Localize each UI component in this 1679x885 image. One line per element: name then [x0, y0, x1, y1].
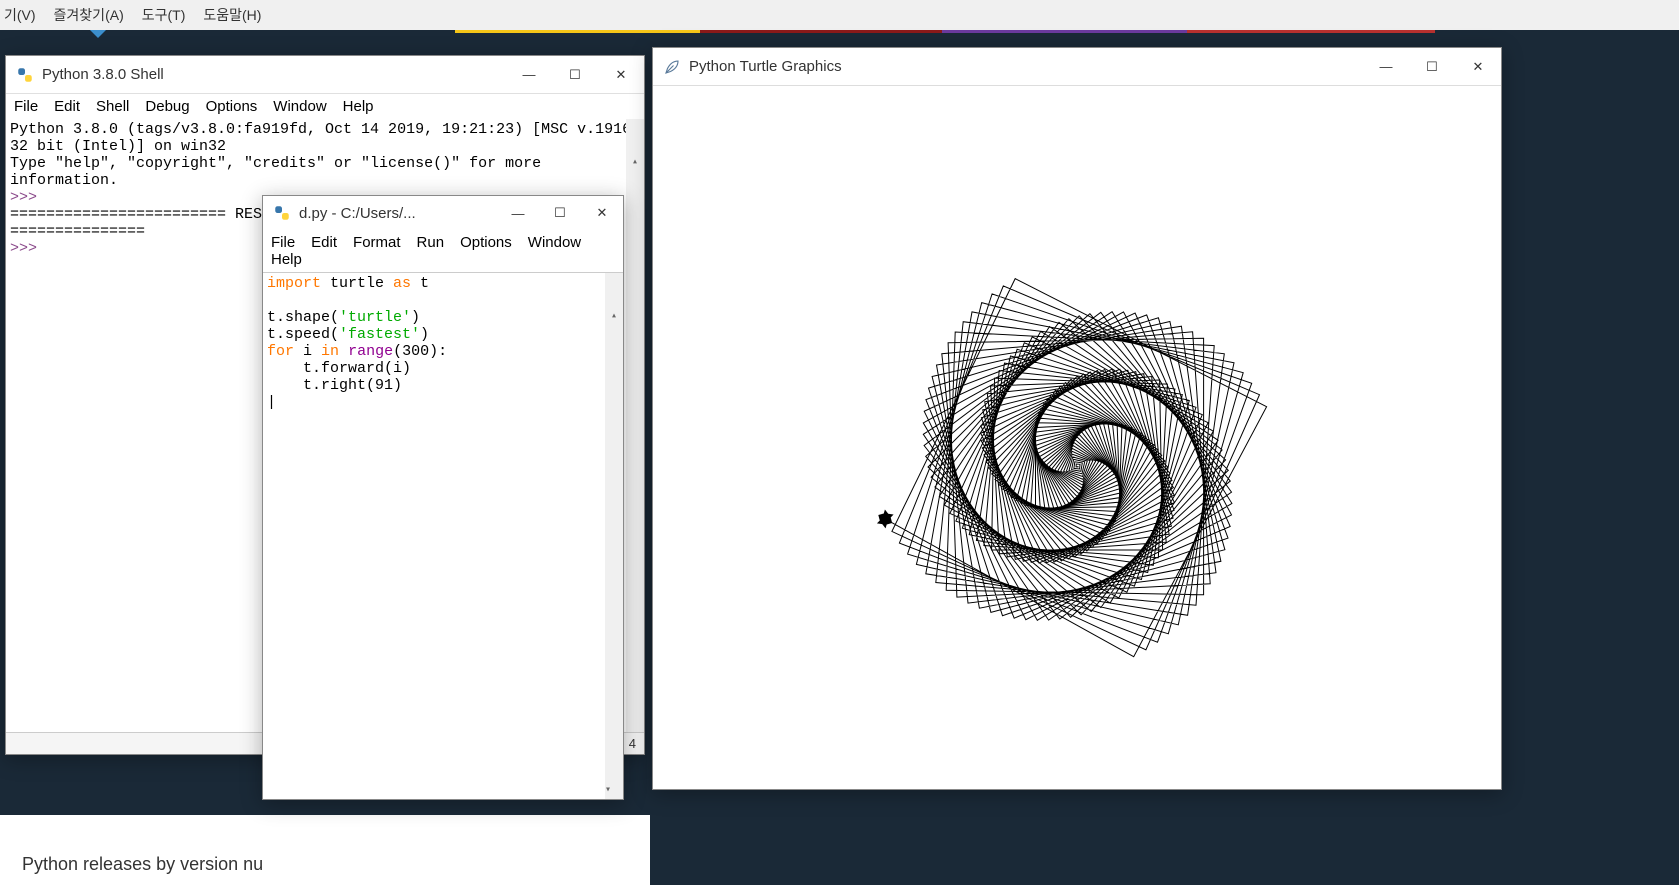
- scroll-up-icon[interactable]: ▴: [626, 153, 644, 171]
- window-title: Python 3.8.0 Shell: [42, 66, 506, 83]
- menu-help[interactable]: Help: [343, 98, 374, 115]
- tab-highlight: [700, 30, 942, 33]
- close-button[interactable]: ✕: [1455, 48, 1501, 86]
- code-text: ): [420, 326, 429, 343]
- menu-options[interactable]: Options: [460, 234, 512, 251]
- kw-in: in: [321, 343, 339, 360]
- menu-shell[interactable]: Shell: [96, 98, 129, 115]
- menu-run[interactable]: Run: [417, 234, 445, 251]
- scrollbar[interactable]: ▴ ▾: [605, 273, 623, 799]
- python-icon: [273, 204, 291, 222]
- shell-prompt: >>>: [10, 240, 37, 257]
- code-text: ): [411, 309, 420, 326]
- scroll-down-icon[interactable]: ▾: [605, 781, 611, 799]
- shell-prompt: >>>: [10, 189, 37, 206]
- shell-menubar: File Edit Shell Debug Options Window Hel…: [6, 94, 644, 119]
- code-text: i: [294, 343, 321, 360]
- kw-as: as: [393, 275, 411, 292]
- menu-item-favorites[interactable]: 즐겨찾기(A): [54, 5, 124, 25]
- editor-window: d.py - C:/Users/... — ☐ ✕ File Edit Form…: [262, 195, 624, 800]
- code-editor[interactable]: import turtle as t t.shape('turtle') t.s…: [263, 272, 623, 799]
- maximize-button[interactable]: ☐: [1409, 48, 1455, 86]
- titlebar[interactable]: Python Turtle Graphics — ☐ ✕: [653, 48, 1501, 86]
- browser-menu-bar: 기(V) 즐겨찾기(A) 도구(T) 도움말(H): [0, 0, 1679, 30]
- shell-line: ===============: [10, 223, 145, 240]
- titlebar[interactable]: d.py - C:/Users/... — ☐ ✕: [263, 196, 623, 230]
- code-text: t: [411, 275, 429, 292]
- tab-highlight: [455, 30, 700, 33]
- shell-line: ======================== RESTA: [10, 206, 280, 223]
- builtin-range: range: [348, 343, 393, 360]
- turtle-graphics-window: Python Turtle Graphics — ☐ ✕: [652, 47, 1502, 790]
- python-icon: [16, 66, 34, 84]
- feather-icon: [663, 58, 681, 76]
- editor-menubar: File Edit Format Run Options Window Help: [263, 230, 623, 272]
- active-tab-arrow-icon: [90, 30, 106, 38]
- page-text: Python releases by version nu: [22, 854, 263, 875]
- turtle-canvas: [653, 86, 1501, 789]
- code-text: t.forward(i): [267, 360, 411, 377]
- menu-window[interactable]: Window: [273, 98, 326, 115]
- shell-line: Type "help", "copyright", "credits" or "…: [10, 155, 550, 189]
- window-title: Python Turtle Graphics: [689, 58, 1363, 75]
- titlebar[interactable]: Python 3.8.0 Shell — ☐ ✕: [6, 56, 644, 94]
- menu-debug[interactable]: Debug: [145, 98, 189, 115]
- turtle-cursor-icon: [874, 508, 896, 530]
- string-literal: 'fastest': [339, 326, 420, 343]
- maximize-button[interactable]: ☐: [539, 196, 581, 230]
- scrollbar[interactable]: ▴: [626, 119, 644, 732]
- minimize-button[interactable]: —: [506, 56, 552, 94]
- tab-highlight: [1187, 30, 1435, 33]
- page-fragment: Python releases by version nu: [0, 815, 650, 885]
- close-button[interactable]: ✕: [598, 56, 644, 94]
- string-literal: 'turtle': [339, 309, 411, 326]
- kw-for: for: [267, 343, 294, 360]
- menu-format[interactable]: Format: [353, 234, 401, 251]
- scroll-up-icon[interactable]: ▴: [605, 307, 623, 325]
- minimize-button[interactable]: —: [1363, 48, 1409, 86]
- menu-item-tools[interactable]: 도구(T): [142, 5, 186, 25]
- code-text: t.right(91): [267, 377, 402, 394]
- minimize-button[interactable]: —: [497, 196, 539, 230]
- code-text: turtle: [321, 275, 393, 292]
- tab-highlight: [942, 30, 1187, 33]
- menu-edit[interactable]: Edit: [311, 234, 337, 251]
- maximize-button[interactable]: ☐: [552, 56, 598, 94]
- menu-help[interactable]: Help: [271, 251, 302, 268]
- window-title: d.py - C:/Users/...: [299, 205, 497, 222]
- shell-line: Python 3.8.0 (tags/v3.8.0:fa919fd, Oct 1…: [10, 121, 640, 155]
- spiral-drawing: [653, 86, 1503, 786]
- menu-edit[interactable]: Edit: [54, 98, 80, 115]
- kw-import: import: [267, 275, 321, 292]
- code-text: (300):: [393, 343, 447, 360]
- code-text: t.shape(: [267, 309, 339, 326]
- code-text: [339, 343, 348, 360]
- menu-window[interactable]: Window: [528, 234, 581, 251]
- cursor: |: [267, 394, 276, 411]
- close-button[interactable]: ✕: [581, 196, 623, 230]
- menu-file[interactable]: File: [271, 234, 295, 251]
- menu-item-view[interactable]: 기(V): [4, 5, 36, 25]
- menu-options[interactable]: Options: [206, 98, 258, 115]
- code-text: t.speed(: [267, 326, 339, 343]
- menu-file[interactable]: File: [14, 98, 38, 115]
- menu-item-help[interactable]: 도움말(H): [203, 5, 261, 25]
